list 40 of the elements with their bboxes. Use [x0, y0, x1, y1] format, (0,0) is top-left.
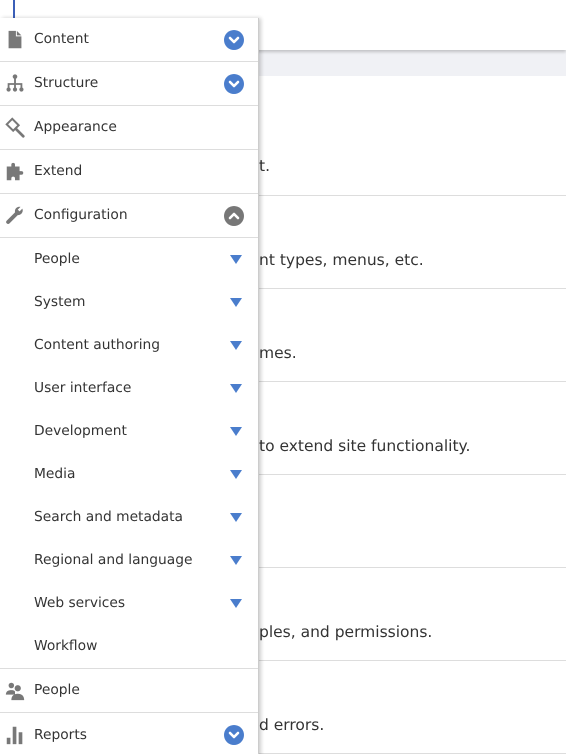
submenu-item[interactable]: Regional and language [34, 550, 230, 571]
brush-icon [4, 116, 26, 138]
row-description: mes. [259, 344, 297, 362]
row-description: ples, and permissions. [259, 623, 432, 641]
caret-icon[interactable] [230, 427, 242, 436]
submenu-item[interactable]: Search and metadata [34, 507, 230, 528]
caret-icon[interactable] [230, 298, 242, 307]
caret-icon[interactable] [230, 255, 242, 264]
menu-item[interactable]: People [34, 680, 244, 701]
sitemap-icon [4, 72, 26, 94]
row-description: t. [259, 157, 270, 175]
menu-item[interactable]: Extend [34, 161, 244, 182]
submenu-item[interactable]: People [34, 249, 230, 270]
puzzle-icon [4, 160, 26, 182]
caret-icon[interactable] [230, 341, 242, 350]
menu-item[interactable]: Reports [34, 724, 224, 746]
menu-item[interactable]: Content [34, 29, 224, 50]
submenu-item[interactable]: Web services [34, 593, 230, 614]
menu-item[interactable]: Configuration [34, 205, 224, 226]
menu-item[interactable]: Appearance [34, 117, 244, 138]
expand-toggle[interactable] [224, 725, 244, 745]
submenu-item[interactable]: Development [34, 421, 230, 442]
caret-icon[interactable] [230, 556, 242, 565]
collapse-toggle[interactable] [224, 206, 244, 226]
caret-icon[interactable] [230, 513, 242, 522]
submenu-item[interactable]: Workflow [34, 636, 242, 657]
submenu-item[interactable]: User interface [34, 378, 230, 399]
row-description: to extend site functionality. [259, 437, 470, 455]
header-accent [13, 0, 15, 18]
row-description: nt types, menus, etc. [259, 251, 424, 269]
caret-icon[interactable] [230, 470, 242, 479]
submenu-item[interactable]: Media [34, 464, 230, 485]
submenu-item[interactable]: System [34, 292, 230, 313]
caret-icon[interactable] [230, 384, 242, 393]
expand-toggle[interactable] [224, 74, 244, 94]
expand-toggle[interactable] [224, 30, 244, 50]
caret-icon[interactable] [230, 599, 242, 608]
submenu-item[interactable]: Content authoring [34, 335, 230, 356]
menu-item[interactable]: Structure [34, 73, 224, 94]
row-description: d errors. [259, 716, 324, 734]
